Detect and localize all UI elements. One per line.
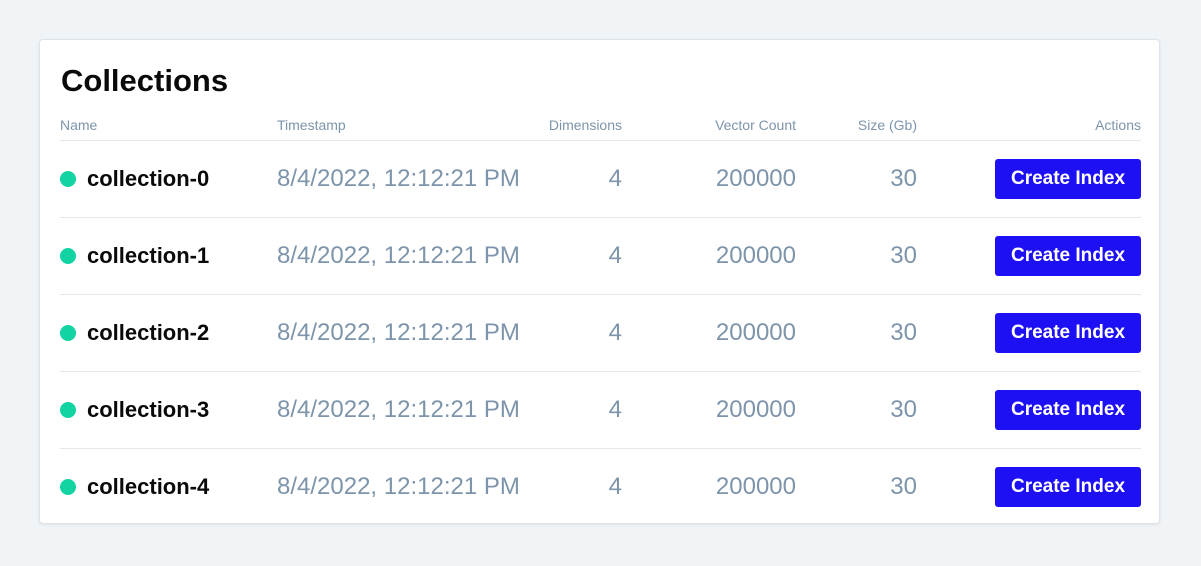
size-cell: 30 bbox=[890, 473, 917, 500]
dimensions-cell: 4 bbox=[608, 319, 622, 346]
size-cell: 30 bbox=[890, 165, 917, 192]
collection-name: collection-4 bbox=[87, 474, 210, 499]
actions-cell: Create Index bbox=[917, 236, 1141, 276]
dimensions-cell: 4 bbox=[608, 242, 622, 269]
vector-count-cell: 200000 bbox=[715, 319, 796, 346]
size-cell: 30 bbox=[890, 242, 917, 269]
dimensions-cell: 4 bbox=[608, 165, 622, 192]
vector-count-cell: 200000 bbox=[715, 396, 796, 423]
dimensions-cell: 4 bbox=[608, 396, 622, 423]
timestamp-cell: 8/4/2022, 12:12:21 PM bbox=[277, 473, 520, 500]
column-header-name: Name bbox=[60, 116, 98, 133]
size-cell: 30 bbox=[890, 396, 917, 423]
actions-cell: Create Index bbox=[917, 467, 1141, 507]
column-header-size: Size (Gb) bbox=[857, 116, 917, 133]
table-row: collection-1 8/4/2022, 12:12:21 PM 4 200… bbox=[60, 218, 1141, 295]
collection-name-cell: collection-2 bbox=[60, 320, 277, 346]
timestamp-cell: 8/4/2022, 12:12:21 PM bbox=[277, 396, 520, 423]
timestamp-cell: 8/4/2022, 12:12:21 PM bbox=[277, 242, 520, 269]
collection-name: collection-0 bbox=[87, 166, 210, 191]
vector-count-cell: 200000 bbox=[715, 165, 796, 192]
collection-name-cell: collection-0 bbox=[60, 166, 277, 192]
collection-name: collection-2 bbox=[87, 320, 210, 345]
status-dot-icon bbox=[60, 171, 76, 187]
dimensions-cell: 4 bbox=[608, 473, 622, 500]
timestamp-cell: 8/4/2022, 12:12:21 PM bbox=[277, 319, 520, 346]
create-index-button[interactable]: Create Index bbox=[995, 467, 1141, 507]
size-cell: 30 bbox=[890, 319, 917, 346]
column-header-dimensions: Dimensions bbox=[548, 116, 622, 133]
actions-cell: Create Index bbox=[917, 159, 1141, 199]
table-row: collection-0 8/4/2022, 12:12:21 PM 4 200… bbox=[60, 141, 1141, 218]
collection-name-cell: collection-1 bbox=[60, 243, 277, 269]
create-index-button[interactable]: Create Index bbox=[995, 159, 1141, 199]
create-index-button[interactable]: Create Index bbox=[995, 313, 1141, 353]
actions-cell: Create Index bbox=[917, 390, 1141, 430]
create-index-button[interactable]: Create Index bbox=[995, 236, 1141, 276]
column-header-timestamp: Timestamp bbox=[277, 116, 346, 133]
timestamp-cell: 8/4/2022, 12:12:21 PM bbox=[277, 165, 520, 192]
create-index-button[interactable]: Create Index bbox=[995, 390, 1141, 430]
table-row: collection-3 8/4/2022, 12:12:21 PM 4 200… bbox=[60, 372, 1141, 449]
page-title: Collections bbox=[61, 63, 229, 98]
table-header: Name Timestamp Dimensions Vector Count S… bbox=[60, 109, 1141, 141]
actions-cell: Create Index bbox=[917, 313, 1141, 353]
status-dot-icon bbox=[60, 325, 76, 341]
table-row: collection-4 8/4/2022, 12:12:21 PM 4 200… bbox=[60, 449, 1141, 525]
collections-table: Name Timestamp Dimensions Vector Count S… bbox=[60, 109, 1141, 525]
status-dot-icon bbox=[60, 479, 76, 495]
status-dot-icon bbox=[60, 402, 76, 418]
status-dot-icon bbox=[60, 248, 76, 264]
collection-name: collection-3 bbox=[87, 397, 210, 422]
collection-name-cell: collection-4 bbox=[60, 474, 277, 500]
column-header-actions: Actions bbox=[1095, 116, 1141, 133]
column-header-vector-count: Vector Count bbox=[715, 116, 796, 133]
collection-name-cell: collection-3 bbox=[60, 397, 277, 423]
collection-name: collection-1 bbox=[87, 243, 210, 268]
vector-count-cell: 200000 bbox=[715, 242, 796, 269]
collections-card: Collections Name Timestamp Dimensions Ve… bbox=[39, 39, 1160, 524]
vector-count-cell: 200000 bbox=[715, 473, 796, 500]
table-row: collection-2 8/4/2022, 12:12:21 PM 4 200… bbox=[60, 295, 1141, 372]
